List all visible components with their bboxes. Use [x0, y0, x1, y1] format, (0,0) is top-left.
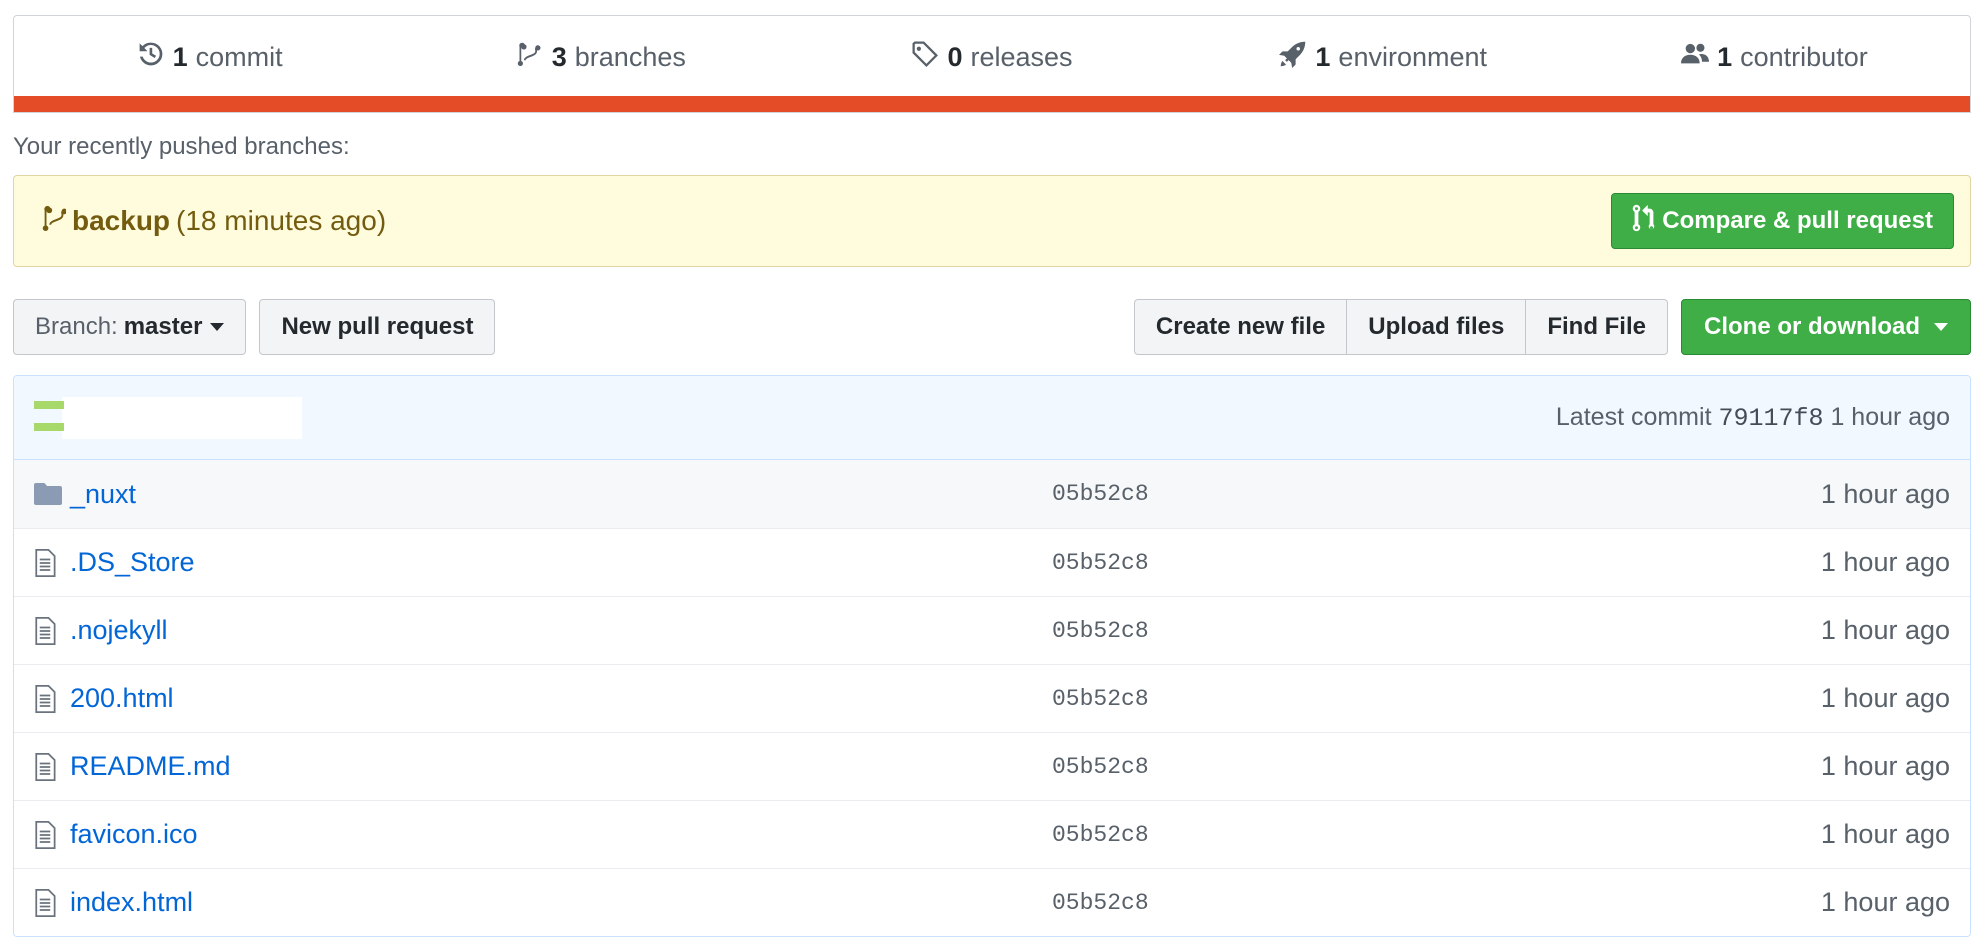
folder-icon	[34, 480, 62, 508]
pull-request-icon	[1632, 203, 1656, 240]
clone-button-label: Clone or download	[1704, 313, 1920, 340]
tag-icon	[911, 40, 939, 75]
commits-label: commit	[195, 41, 283, 72]
branches-count: 3	[551, 41, 567, 72]
file-name-link[interactable]: .nojekyll	[70, 615, 1052, 646]
clone-or-download-button[interactable]: Clone or download	[1681, 299, 1971, 355]
commits-link[interactable]: 1 commit	[14, 40, 405, 75]
people-icon	[1681, 40, 1710, 75]
file-age: 1 hour ago	[1820, 683, 1950, 713]
file-icon	[34, 616, 62, 645]
branch-select-button[interactable]: Branch: master	[13, 299, 247, 355]
file-icon	[34, 548, 62, 577]
file-row: README.md 05b52c8 1 hour ago	[14, 732, 1970, 800]
branches-label: branches	[574, 41, 686, 72]
history-icon	[137, 40, 165, 75]
recent-branch-info: backup (18 minutes ago)	[42, 203, 386, 240]
file-age: 1 hour ago	[1820, 615, 1950, 645]
file-icon	[34, 820, 62, 849]
upload-files-button[interactable]: Upload files	[1346, 299, 1527, 355]
new-pull-request-button[interactable]: New pull request	[259, 299, 496, 355]
latest-commit-time: 1 hour ago	[1830, 402, 1950, 431]
file-row: 200.html 05b52c8 1 hour ago	[14, 664, 1970, 732]
file-row: favicon.ico 05b52c8 1 hour ago	[14, 800, 1970, 868]
compare-button-label: Compare & pull request	[1662, 207, 1933, 234]
environments-link[interactable]: 1 environment	[1188, 40, 1579, 75]
file-commit-sha[interactable]: 05b52c8	[1052, 481, 1821, 507]
recent-branch-notice: backup (18 minutes ago) Compare & pull r…	[13, 175, 1971, 267]
latest-commit-bar: Latest commit 79117f8 1 hour ago	[14, 376, 1970, 460]
find-file-button[interactable]: Find File	[1525, 299, 1668, 355]
file-icon	[34, 888, 62, 917]
branch-name: master	[123, 313, 203, 340]
file-row: index.html 05b52c8 1 hour ago	[14, 868, 1970, 936]
file-icon	[34, 684, 62, 713]
contributors-count: 1	[1717, 41, 1733, 72]
file-commit-sha[interactable]: 05b52c8	[1052, 754, 1821, 780]
file-name-link[interactable]: .DS_Store	[70, 547, 1052, 578]
releases-link[interactable]: 0 releases	[796, 40, 1187, 75]
recent-branch-time: (18 minutes ago)	[176, 205, 387, 236]
file-icon	[34, 752, 62, 781]
file-name-link[interactable]: README.md	[70, 751, 1052, 782]
file-commit-sha[interactable]: 05b52c8	[1052, 550, 1821, 576]
file-age: 1 hour ago	[1820, 887, 1950, 917]
avatar[interactable]	[34, 400, 64, 435]
branch-icon	[42, 203, 68, 240]
file-row: _nuxt 05b52c8 1 hour ago	[14, 460, 1970, 528]
branches-link[interactable]: 3 branches	[405, 40, 796, 75]
file-name-link[interactable]: favicon.ico	[70, 819, 1052, 850]
commits-count: 1	[172, 41, 188, 72]
environments-count: 1	[1315, 41, 1331, 72]
repo-overview: 1 commit 3 branches 0 releases 1 environ…	[13, 15, 1971, 937]
recent-branches-label: Your recently pushed branches:	[13, 133, 350, 160]
file-name-link[interactable]: _nuxt	[70, 479, 1052, 510]
language-bar[interactable]	[14, 96, 1970, 112]
file-name-link[interactable]: index.html	[70, 887, 1052, 918]
caret-down-icon	[1934, 323, 1948, 331]
environments-label: environment	[1338, 41, 1488, 72]
file-commit-sha[interactable]: 05b52c8	[1052, 822, 1821, 848]
latest-commit-prefix: Latest commit	[1555, 402, 1712, 431]
file-row: .DS_Store 05b52c8 1 hour ago	[14, 528, 1970, 596]
branch-prefix: Branch:	[35, 313, 118, 340]
file-commit-sha[interactable]: 05b52c8	[1052, 890, 1821, 916]
redacted-commit-message	[62, 396, 302, 439]
caret-down-icon	[210, 323, 225, 331]
file-age: 1 hour ago	[1820, 819, 1950, 849]
contributors-label: contributor	[1740, 41, 1868, 72]
compare-pull-request-button[interactable]: Compare & pull request	[1611, 193, 1954, 249]
latest-commit-info: Latest commit 79117f8 1 hour ago	[1556, 403, 1950, 433]
rocket-icon	[1279, 40, 1307, 75]
file-actions-group: Create new file Upload files Find File	[1133, 299, 1668, 355]
releases-count: 0	[947, 41, 963, 72]
branch-icon	[516, 40, 544, 75]
file-age: 1 hour ago	[1820, 478, 1950, 509]
file-toolbar: Branch: master New pull request Create n…	[13, 299, 1971, 355]
commit-author	[34, 396, 302, 439]
file-row: .nojekyll 05b52c8 1 hour ago	[14, 596, 1970, 664]
repo-summary: 1 commit 3 branches 0 releases 1 environ…	[13, 15, 1971, 113]
file-commit-sha[interactable]: 05b52c8	[1052, 686, 1821, 712]
file-age: 1 hour ago	[1820, 547, 1950, 577]
recent-branch-name[interactable]: backup	[72, 205, 170, 237]
file-age: 1 hour ago	[1820, 751, 1950, 781]
create-new-file-button[interactable]: Create new file	[1133, 299, 1348, 355]
file-list: Latest commit 79117f8 1 hour ago _nuxt 05…	[13, 375, 1971, 937]
file-commit-sha[interactable]: 05b52c8	[1052, 618, 1821, 644]
file-name-link[interactable]: 200.html	[70, 683, 1052, 714]
latest-commit-sha[interactable]: 79117f8	[1718, 404, 1823, 433]
releases-label: releases	[970, 41, 1073, 72]
contributors-link[interactable]: 1 contributor	[1579, 40, 1970, 75]
